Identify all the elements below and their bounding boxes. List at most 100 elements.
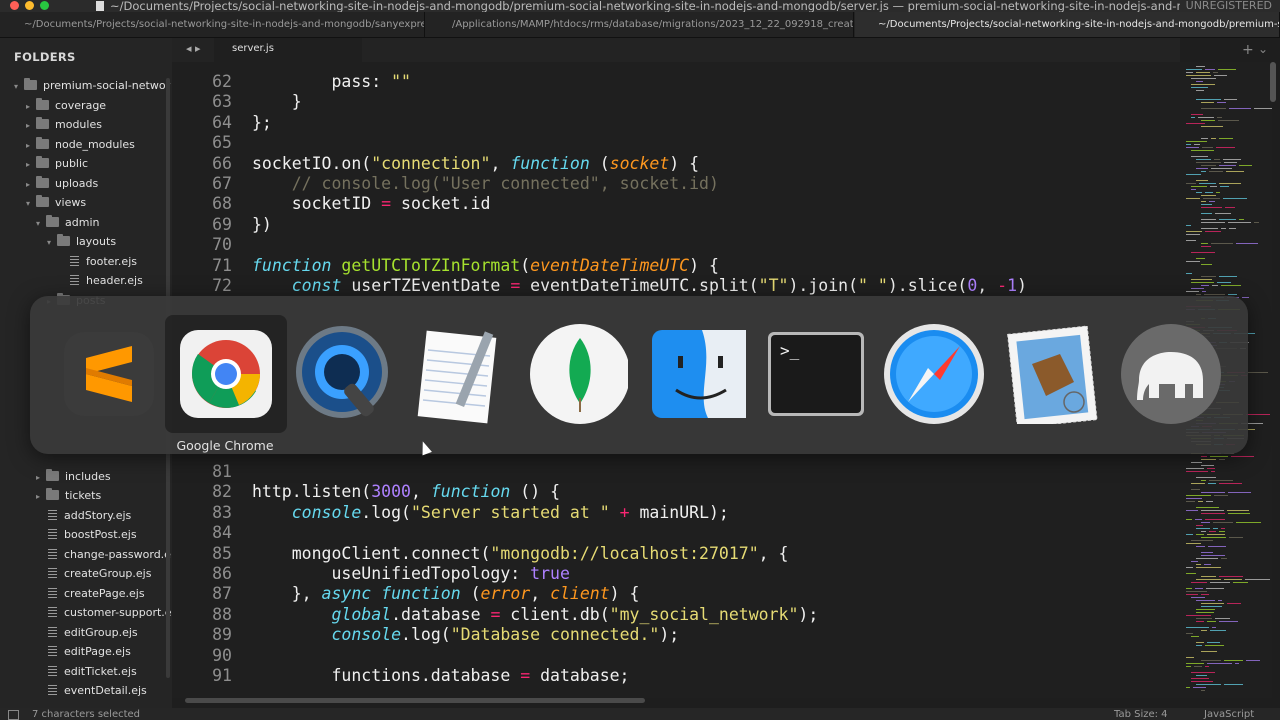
chevron-right-icon[interactable]: ▸ [36,468,46,487]
mamp-elephant-icon[interactable] [1115,324,1221,424]
new-tab-plus-icon[interactable]: + [1242,42,1254,58]
code-line[interactable]: }) [252,215,272,234]
sidebar-item-footer-ejs[interactable]: footer.ejs [70,252,137,271]
panel-toggle-icon[interactable] [8,710,19,720]
sidebar-item-layouts[interactable]: ▾ layouts [47,232,116,251]
sidebar-item-coverage[interactable]: ▸ coverage [26,96,106,115]
sidebar-item-admin[interactable]: ▾ admin [36,213,99,232]
tab-rms-migration[interactable]: /Applications/MAMP/htdocs/rms/database/m… [426,12,854,37]
sidebar-item-premium-social-networ[interactable]: ▾ premium-social-networ [14,76,170,95]
chevron-right-icon[interactable]: ▸ [26,97,36,116]
code-line[interactable]: http.listen(3000, function () { [252,482,560,501]
sidebar-item-editgroup-ejs[interactable]: editGroup.ejs [48,623,138,642]
chevron-down-icon[interactable]: ▾ [47,233,57,252]
sidebar-item-createpage-ejs[interactable]: createPage.ejs [48,584,145,603]
sidebar-item-boostpost-ejs[interactable]: boostPost.ejs [48,525,137,544]
syntax-status[interactable]: JavaScript [1204,709,1254,720]
minimap-line [1191,78,1216,79]
code-line[interactable]: console.log("Database connected."); [252,625,679,644]
sublime-text-icon[interactable] [60,324,160,424]
chevron-right-icon[interactable]: ▸ [26,155,36,174]
sidebar-item-change-password-e[interactable]: change-password.e [48,545,171,564]
chevron-down-icon[interactable]: ▾ [36,214,46,233]
sidebar-item-eventdetail-ejs[interactable]: eventDetail.ejs [48,681,147,700]
sidebar-item-editticket-ejs[interactable]: editTicket.ejs [48,662,137,681]
vertical-scrollbar[interactable] [1270,62,1276,102]
sidebar-item-views[interactable]: ▾ views [26,193,86,212]
minimap-line [1191,561,1198,562]
textedit-icon[interactable] [410,324,510,424]
minimap-line [1196,675,1207,676]
tab-size-status[interactable]: Tab Size: 4 [1114,709,1168,720]
minimize-window-button[interactable] [25,1,34,10]
sidebar-item-includes[interactable]: ▸ includes [36,467,111,486]
chevron-right-icon[interactable]: ▸ [26,116,36,135]
chrome-icon[interactable] [176,324,276,424]
tab-premium-social[interactable]: ~/Documents/Projects/social-networking-s… [855,12,1280,37]
code-line[interactable]: const userTZEventDate = eventDateTimeUTC… [252,276,1027,295]
code-line[interactable]: global.database = client.db("my_social_n… [252,605,818,624]
finder-icon[interactable] [650,324,750,424]
minimap-line [1201,603,1224,604]
minimap-line [1209,171,1223,172]
sidebar-item-modules[interactable]: ▸ modules [26,115,102,134]
status-bar: 7 characters selected Tab Size: 4 JavaSc… [0,708,1280,720]
chevron-down-icon[interactable]: ▾ [14,77,24,96]
file-icon [70,256,79,266]
code-line[interactable]: socketID = socket.id [252,194,491,213]
nav-arrows-icon[interactable]: ◂ ▸ [186,42,201,55]
minimap-line [1186,666,1191,667]
sidebar-item-node-modules[interactable]: ▸ node_modules [26,135,135,154]
minimap-line [1186,291,1199,292]
minimap-line [1196,159,1211,160]
tab-server-js[interactable]: server.js [214,38,362,62]
minimap-line [1186,627,1209,628]
mongodb-leaf-icon[interactable] [528,324,630,424]
code-line[interactable]: functions.database = database; [252,666,629,685]
tab-overflow-chevron-icon[interactable]: ⌄ [1258,42,1268,56]
sidebar-item-public[interactable]: ▸ public [26,154,88,173]
file-tab-bar: ◂ ▸ server.js [172,38,1180,62]
file-icon [48,685,57,695]
chevron-right-icon[interactable]: ▸ [26,136,36,155]
tab-sanyexpress[interactable]: ~/Documents/Projects/social-networking-s… [0,12,425,37]
sidebar-item-header-ejs[interactable]: header.ejs [70,271,143,290]
code-line[interactable]: socketIO.on("connection", function (sock… [252,154,699,173]
minimap-line [1201,219,1216,220]
code-line[interactable]: function getUTCToTZInFormat(eventDateTim… [252,256,719,275]
chevron-right-icon[interactable]: ▸ [36,487,46,506]
sidebar-item-creategroup-ejs[interactable]: createGroup.ejs [48,564,151,583]
minimap-line [1201,606,1222,607]
zoom-window-button[interactable] [40,1,49,10]
minimap-line [1201,171,1206,172]
chevron-down-icon[interactable]: ▾ [26,194,36,213]
sidebar-item-addstory-ejs[interactable]: addStory.ejs [48,506,131,525]
quicktime-icon[interactable] [292,324,392,424]
horizontal-scrollbar[interactable] [185,698,645,703]
safari-compass-icon[interactable] [884,324,984,424]
mail-stamp-icon[interactable] [1002,324,1102,429]
terminal-icon[interactable]: >_ [766,324,866,424]
code-line[interactable]: } [252,92,302,111]
code-line[interactable]: useUnifiedTopology: true [252,564,569,583]
code-line[interactable]: console.log("Server started at " + mainU… [252,503,729,522]
code-line[interactable]: mongoClient.connect("mongodb://localhost… [252,544,789,563]
sidebar-item-uploads[interactable]: ▸ uploads [26,174,98,193]
code-line[interactable]: }, async function (error, client) { [252,584,640,603]
sidebar-item-tickets[interactable]: ▸ tickets [36,486,101,505]
sidebar-item-customer-support-e[interactable]: customer-support.e [48,603,172,622]
minimap-line [1201,651,1217,652]
minimap-line [1219,483,1242,484]
minimap-line [1213,522,1233,523]
minimap-line [1228,513,1250,514]
sidebar-item-editpage-ejs[interactable]: editPage.ejs [48,642,131,661]
code-line[interactable]: pass: "" [252,72,410,91]
code-line[interactable]: // console.log("User connected", socket.… [252,174,719,193]
close-window-button[interactable] [10,1,19,10]
minimap-line [1246,660,1260,661]
folder-icon [36,195,49,207]
code-line[interactable]: }; [252,113,272,132]
folder-icon [36,137,49,149]
chevron-right-icon[interactable]: ▸ [26,175,36,194]
sidebar-item-label: uploads [55,177,99,190]
